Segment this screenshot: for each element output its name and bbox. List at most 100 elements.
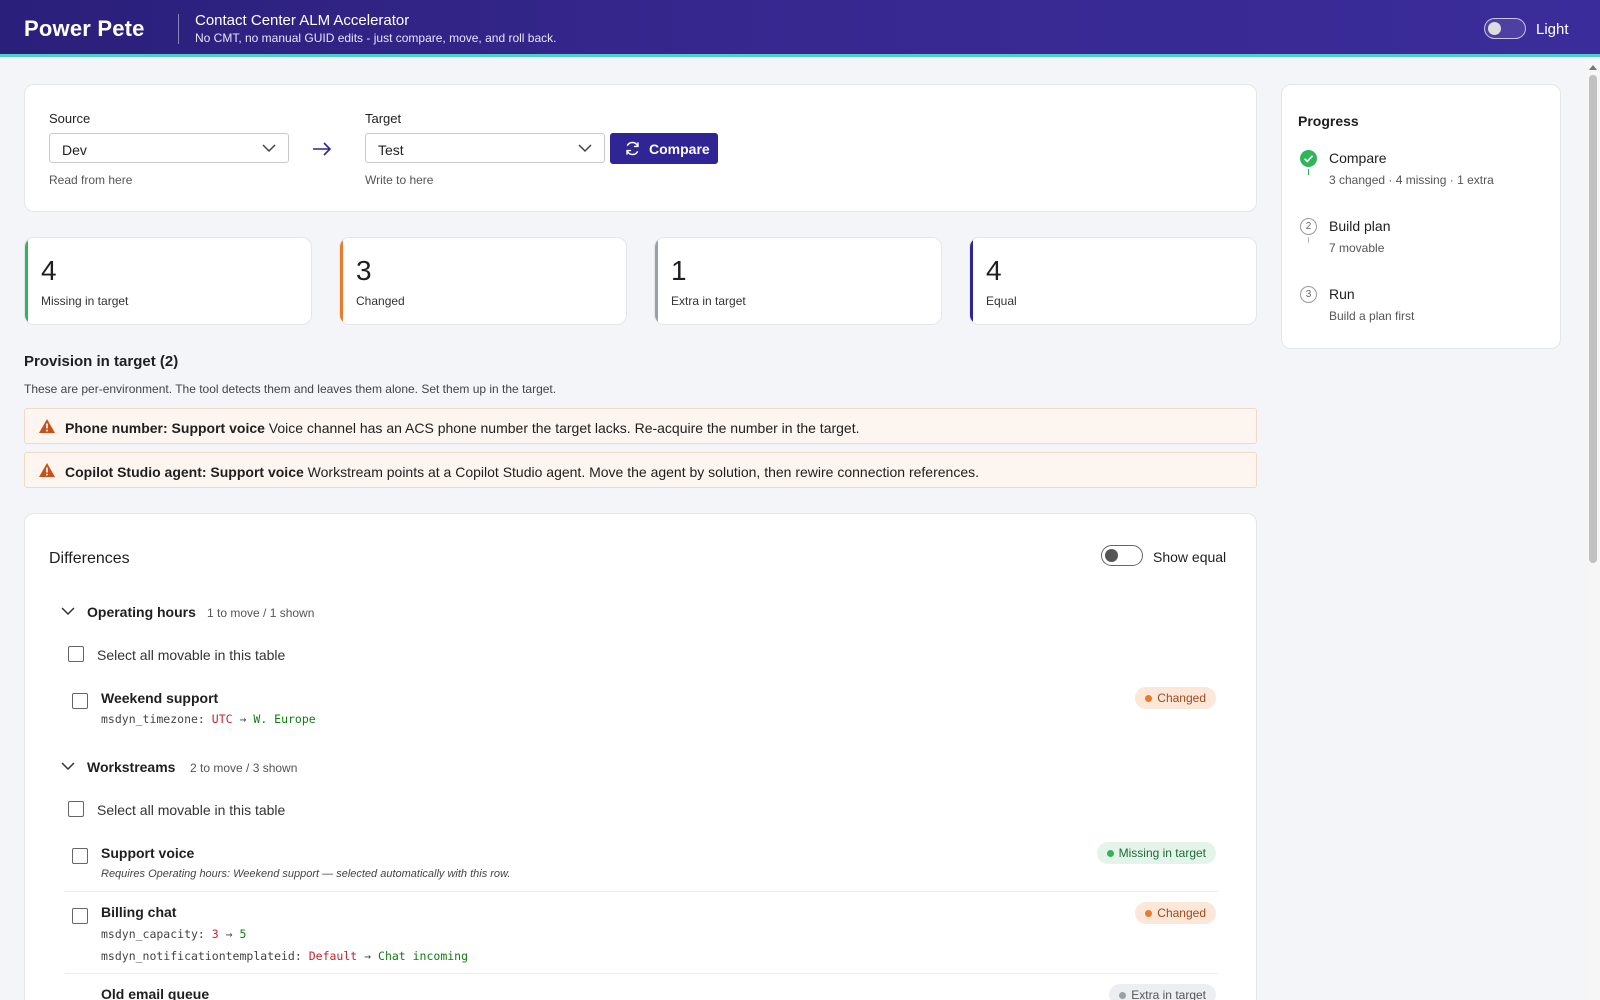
progress-panel: Progress Compare 3 changed · 4 missing ·… — [1281, 84, 1561, 349]
group-name: Operating hours — [87, 604, 196, 620]
group-header-workstreams[interactable]: Workstreams 2 to move / 3 shown — [61, 757, 461, 779]
brand-divider — [178, 14, 179, 44]
target-select[interactable]: Test — [365, 133, 605, 163]
refresh-icon — [626, 141, 639, 156]
compare-button[interactable]: Compare — [610, 133, 718, 164]
source-select[interactable]: Dev — [49, 133, 289, 163]
status-badge: Changed — [1135, 687, 1216, 709]
step-number: 2 — [1300, 218, 1317, 235]
check-mark — [1303, 155, 1314, 163]
row-checkbox[interactable] — [72, 848, 88, 864]
show-equal-label: Show equal — [1153, 549, 1227, 565]
group-count: 2 to move / 3 shown — [190, 761, 298, 775]
new-value: W. Europe — [253, 712, 316, 726]
source-value: Dev — [62, 142, 87, 158]
step-summary: 3 changed · 4 missing · 1 extra — [1329, 173, 1494, 187]
status-dot — [1119, 992, 1127, 999]
step-connector — [1308, 237, 1309, 243]
stat-value: 4 — [986, 255, 1002, 286]
warning-triangle-icon — [39, 463, 55, 477]
stat-missing: 4 Missing in target — [24, 237, 312, 325]
warning-text: Phone number: Support voice Voice channe… — [65, 420, 860, 436]
diff-arrow: → — [364, 949, 372, 963]
theme-toggle[interactable] — [1484, 18, 1526, 39]
target-label: Target — [365, 111, 402, 126]
stat-value: 4 — [41, 255, 57, 286]
stat-equal: 4 Equal — [969, 237, 1257, 325]
warning-title: Phone number: Support voice — [65, 420, 265, 436]
status-dot — [1145, 695, 1153, 702]
stat-accent-bar — [25, 238, 28, 324]
brand-name: Power Pete — [24, 16, 145, 41]
theme-label: Light — [1536, 21, 1569, 38]
status-badge: Missing in target — [1096, 842, 1216, 864]
row-divider — [65, 973, 1218, 974]
differences-title: Differences — [49, 550, 130, 567]
field-label: msdyn_capacity: — [101, 927, 205, 941]
chevron-down-icon — [262, 144, 276, 153]
field-label: msdyn_notificationtemplateid: — [101, 949, 302, 963]
status-badge: Extra in target — [1109, 984, 1216, 1000]
stat-label: Missing in target — [41, 294, 129, 308]
group-name: Workstreams — [87, 759, 176, 775]
status-badge-label: Extra in target — [1131, 988, 1206, 1000]
select-all-checkbox[interactable] — [68, 646, 84, 662]
stat-accent-bar — [340, 238, 343, 324]
step-name-compare: Compare — [1329, 150, 1387, 166]
dependency-note: Requires Operating hours: Weekend suppor… — [101, 868, 511, 880]
provision-description: These are per-environment. The tool dete… — [24, 382, 557, 396]
source-label: Source — [49, 111, 91, 126]
app-title: Contact Center ALM Accelerator — [195, 12, 410, 29]
group-header-operating-hours[interactable]: Operating hours 1 to move / 1 shown — [61, 602, 461, 624]
field-diff: msdyn_notificationtemplateid: Default → … — [101, 949, 468, 963]
stat-label: Changed — [356, 294, 405, 308]
warning-phone-number: Phone number: Support voice Voice channe… — [24, 408, 1257, 444]
select-all-label: Select all movable in this table — [97, 802, 286, 818]
status-dot — [1106, 850, 1114, 857]
chevron-down-icon — [578, 144, 592, 153]
row-name-weekend-support: Weekend support — [101, 690, 219, 706]
stat-value: 3 — [356, 255, 372, 286]
app-subtitle: No CMT, no manual GUID edits - just comp… — [195, 31, 557, 45]
step-summary: 7 movable — [1329, 241, 1385, 255]
select-all-label: Select all movable in this table — [97, 647, 286, 663]
warning-message: Voice channel has an ACS phone number th… — [264, 420, 860, 436]
field-diff: msdyn_capacity: 3 → 5 — [101, 927, 246, 941]
stat-extra: 1 Extra in target — [654, 237, 942, 325]
scroll-up-icon[interactable] — [1588, 63, 1598, 71]
chevron-down-icon — [61, 762, 75, 771]
warning-title: Copilot Studio agent: Support voice — [65, 464, 304, 480]
warning-copilot-agent: Copilot Studio agent: Support voice Work… — [24, 452, 1257, 488]
show-equal-toggle[interactable] — [1101, 545, 1143, 566]
step-number: 3 — [1300, 286, 1317, 303]
chevron-down-icon — [61, 607, 75, 616]
environment-picker: Source Dev Read from here Target Test Wr… — [24, 84, 1257, 212]
target-hint: Write to here — [365, 173, 434, 187]
compare-button-label: Compare — [649, 141, 710, 157]
step-connector — [1308, 169, 1309, 175]
stat-value: 1 — [671, 255, 687, 286]
scrollbar-thumb[interactable] — [1589, 75, 1597, 563]
status-badge-label: Missing in target — [1118, 846, 1206, 860]
row-checkbox[interactable] — [72, 908, 88, 924]
stat-changed: 3 Changed — [339, 237, 627, 325]
provision-title: Provision in target (2) — [24, 353, 179, 370]
diff-arrow: → — [239, 712, 247, 726]
row-name-support-voice: Support voice — [101, 845, 195, 861]
theme-toggle-knob — [1488, 22, 1501, 35]
stat-label: Extra in target — [671, 294, 746, 308]
group-count: 1 to move / 1 shown — [207, 606, 315, 620]
top-bar: Power Pete Contact Center ALM Accelerato… — [0, 0, 1600, 57]
check-circle-icon — [1300, 150, 1317, 167]
select-all-checkbox[interactable] — [68, 801, 84, 817]
differences-panel: Differences Show equal Operating hours 1… — [24, 513, 1257, 1000]
old-value: UTC — [211, 712, 233, 726]
diff-arrow: → — [225, 927, 233, 941]
field-diff: msdyn_timezone: UTC → W. Europe — [101, 712, 316, 726]
progress-title: Progress — [1298, 113, 1359, 129]
stat-accent-bar — [970, 238, 973, 324]
old-value: 3 — [211, 927, 219, 941]
warning-message: Workstream points at a Copilot Studio ag… — [303, 464, 979, 480]
row-checkbox[interactable] — [72, 693, 88, 709]
stat-label: Equal — [986, 294, 1017, 308]
